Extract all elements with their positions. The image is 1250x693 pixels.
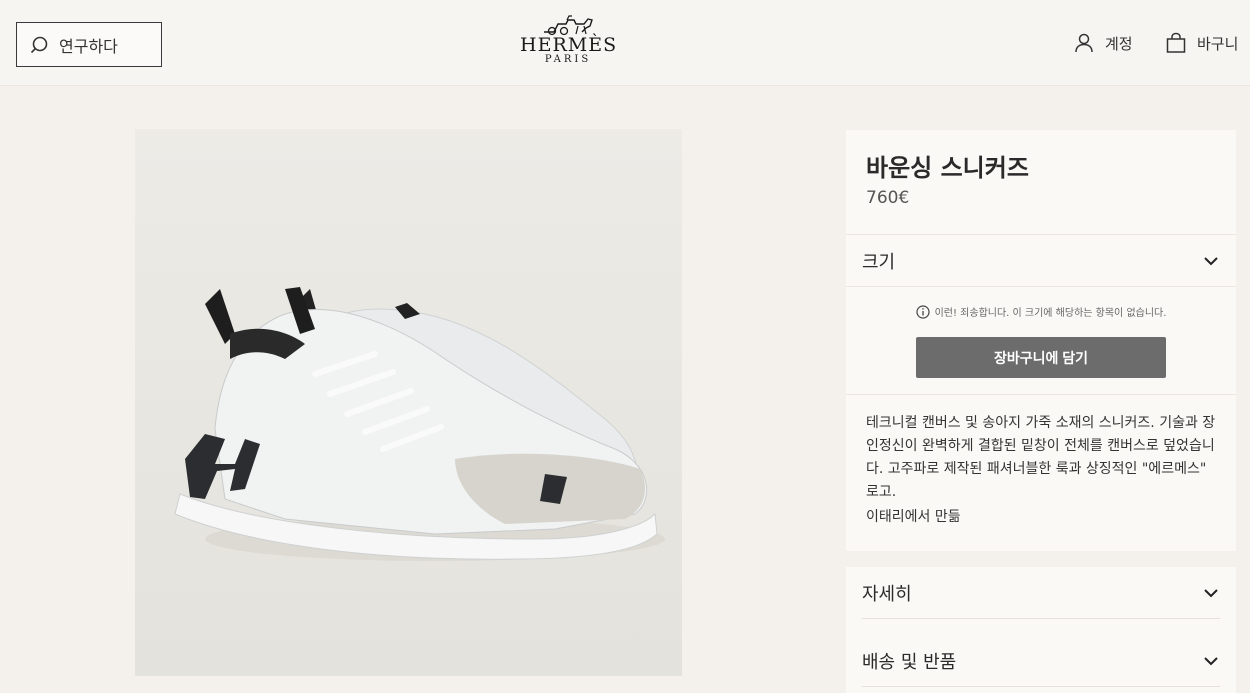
- hermes-logo[interactable]: HERMÈS PARIS: [520, 14, 616, 72]
- product-description: 테크니컬 캔버스 및 송아지 가죽 소재의 스니커즈. 기술과 장인정신이 완벽…: [866, 415, 1216, 500]
- product-image[interactable]: [135, 129, 682, 676]
- cart-label: 바구니: [1197, 34, 1239, 53]
- divider: [846, 394, 1236, 395]
- shipping-label: 배송 및 반품: [862, 651, 957, 673]
- search-placeholder: 연구하다: [59, 36, 118, 56]
- product-price: 760€: [866, 188, 910, 208]
- chevron-down-icon: [1204, 588, 1218, 597]
- carriage-logo-icon: [544, 15, 593, 36]
- size-notice-text: 이런! 죄송합니다. 이 크기에 해당하는 항목이 없습니다.: [934, 308, 1167, 319]
- shipping-returns-accordion[interactable]: 배송 및 반품: [862, 635, 1220, 687]
- details-label: 자세히: [862, 583, 912, 605]
- account-label: 계정: [1105, 34, 1133, 53]
- details-accordion[interactable]: 자세히: [862, 567, 1220, 619]
- site-header: 연구하다 HERMÈS PARIS 계정 바구니: [0, 0, 1250, 86]
- search-icon: [30, 36, 48, 53]
- account-link[interactable]: 계정: [1073, 30, 1133, 56]
- size-label: 크기: [862, 251, 896, 273]
- search-input[interactable]: 연구하다: [16, 22, 162, 67]
- size-selector[interactable]: 크기: [846, 234, 1236, 287]
- logo-brand-text: HERMÈS: [520, 34, 618, 56]
- product-title: 바운싱 스니커즈: [866, 154, 1029, 182]
- info-icon: [915, 304, 930, 319]
- accordion-panel: 자세히 배송 및 반품: [846, 567, 1236, 693]
- chevron-down-icon: [1204, 656, 1218, 665]
- bag-icon: [1166, 32, 1186, 53]
- size-notice: 이런! 죄송합니다. 이 크기에 해당하는 항목이 없습니다.: [846, 304, 1236, 319]
- sneaker-image: [135, 129, 682, 676]
- add-to-cart-button[interactable]: 장바구니에 담기: [916, 337, 1166, 378]
- user-icon: [1075, 33, 1093, 53]
- product-info-panel: 바운싱 스니커즈 760€ 크기 이런! 죄송합니다. 이 크기에 해당하는 항…: [846, 130, 1236, 551]
- chevron-down-icon: [1204, 256, 1218, 265]
- made-in-text: 이태리에서 만듦: [866, 509, 961, 525]
- cart-link[interactable]: 바구니: [1165, 30, 1238, 56]
